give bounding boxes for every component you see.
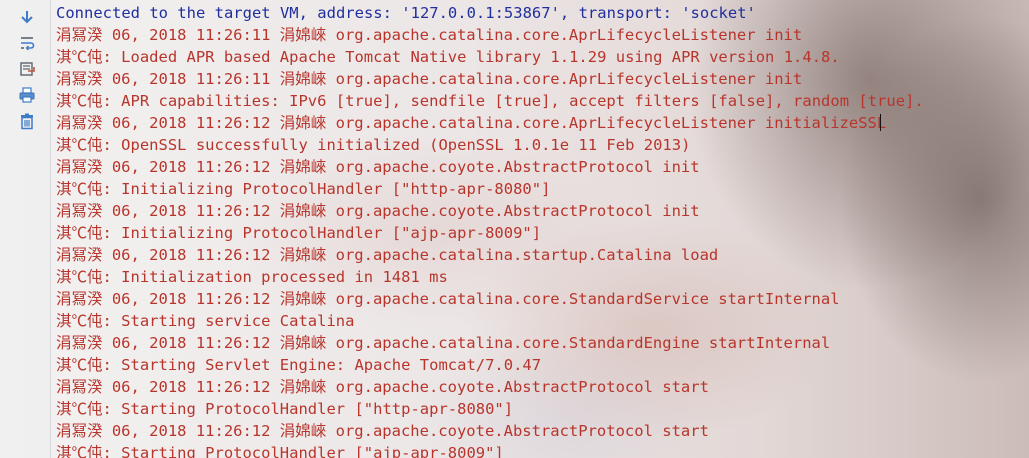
console-line: 涓冩湀 06, 2018 11:26:12 涓婂崍 org.apache.coy… <box>56 378 709 396</box>
console-toolbar <box>0 0 51 458</box>
down-arrow-icon[interactable] <box>18 8 36 26</box>
console-line-text: 涓冩湀 06, 2018 11:26:12 涓婂崍 org.apache.cat… <box>56 114 887 132</box>
soft-wrap-icon[interactable] <box>18 34 36 52</box>
console-line-with-caret: 涓冩湀 06, 2018 11:26:12 涓婂崍 org.apache.cat… <box>56 112 1029 134</box>
console-line: 淇℃伅: Starting service Catalina <box>56 312 355 330</box>
console-line: 淇℃伅: Loaded APR based Apache Tomcat Nati… <box>56 48 840 66</box>
console-line: 淇℃伅: Initializing ProtocolHandler ["http… <box>56 180 551 198</box>
console-line: 涓冩湀 06, 2018 11:26:11 涓婂崍 org.apache.cat… <box>56 26 803 44</box>
text-caret <box>880 114 882 131</box>
console-line: 淇℃伅: Starting ProtocolHandler ["ajp-apr-… <box>56 444 504 458</box>
console-line: 淇℃伅: Starting Servlet Engine: Apache Tom… <box>56 356 542 374</box>
console-line: 涓冩湀 06, 2018 11:26:12 涓婂崍 org.apache.coy… <box>56 158 700 176</box>
trash-icon[interactable] <box>18 112 36 130</box>
console-line: 涓冩湀 06, 2018 11:26:12 涓婂崍 org.apache.cat… <box>56 246 719 264</box>
console-line: 淇℃伅: OpenSSL successfully initialized (O… <box>56 136 691 154</box>
scroll-to-end-icon[interactable] <box>18 60 36 78</box>
console-line: 涓冩湀 06, 2018 11:26:12 涓婂崍 org.apache.coy… <box>56 422 709 440</box>
console-line: 淇℃伅: Initializing ProtocolHandler ["ajp-… <box>56 224 542 242</box>
console-line-connected: Connected to the target VM, address: '12… <box>56 4 756 22</box>
console-line: 涓冩湀 06, 2018 11:26:12 涓婂崍 org.apache.cat… <box>56 290 840 308</box>
console-line: 涓冩湀 06, 2018 11:26:12 涓婂崍 org.apache.coy… <box>56 202 700 220</box>
console-line: 淇℃伅: APR capabilities: IPv6 [true], send… <box>56 92 924 110</box>
print-icon[interactable] <box>18 86 36 104</box>
console-line: 涓冩湀 06, 2018 11:26:11 涓婂崍 org.apache.cat… <box>56 70 803 88</box>
console-line: 淇℃伅: Starting ProtocolHandler ["http-apr… <box>56 400 514 418</box>
console-output[interactable]: Connected to the target VM, address: '12… <box>56 2 1029 458</box>
console-line: 淇℃伅: Initialization processed in 1481 ms <box>56 268 448 286</box>
console-line: 涓冩湀 06, 2018 11:26:12 涓婂崍 org.apache.cat… <box>56 334 831 352</box>
